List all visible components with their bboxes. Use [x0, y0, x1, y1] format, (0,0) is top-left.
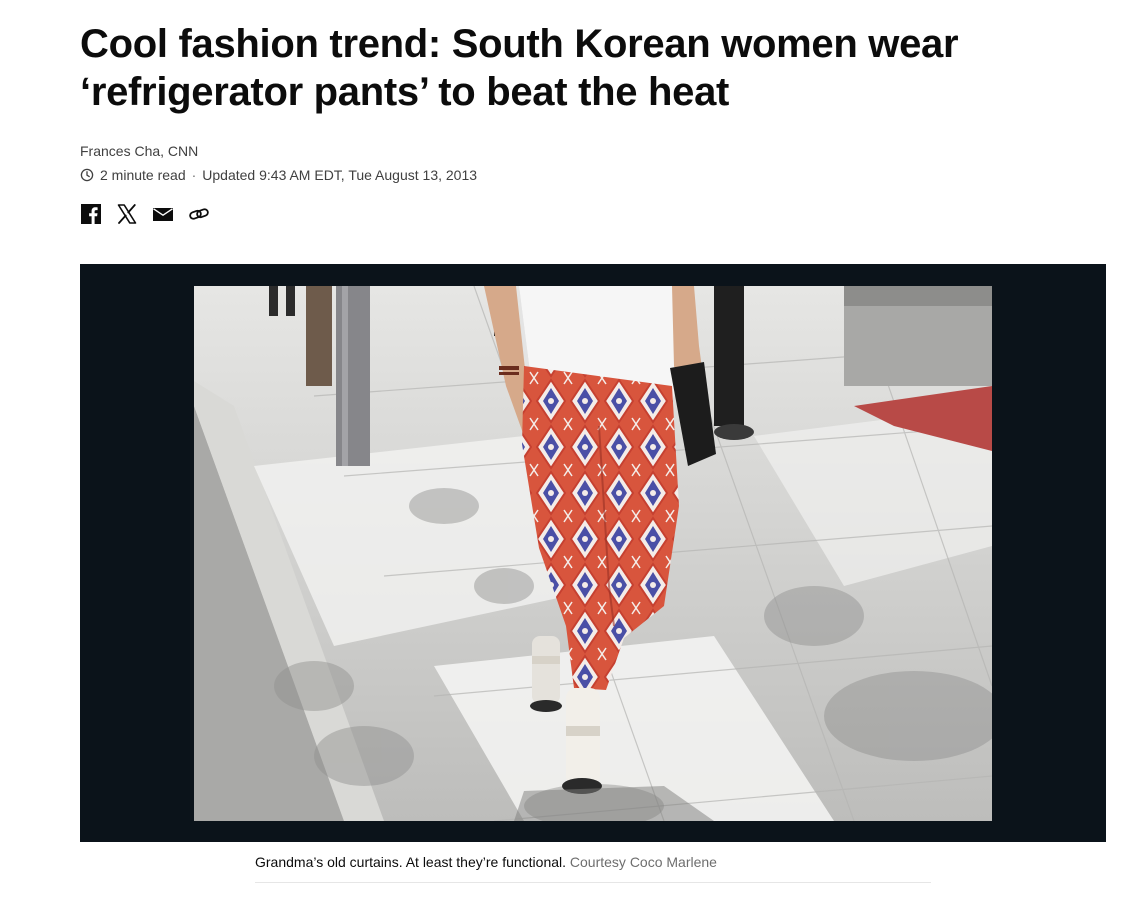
- email-icon: [153, 208, 173, 221]
- byline[interactable]: Frances Cha, CNN: [80, 143, 198, 159]
- article-photo[interactable]: [194, 286, 992, 821]
- facebook-icon: [81, 204, 101, 224]
- article-meta: 2 minute read · Updated 9:43 AM EDT, Tue…: [80, 167, 477, 183]
- caption-text: Grandma’s old curtains. At least they’re…: [255, 854, 567, 870]
- share-facebook-button[interactable]: [80, 202, 102, 226]
- copy-link-button[interactable]: [188, 202, 210, 226]
- share-email-button[interactable]: [152, 202, 174, 226]
- caption-credit: Courtesy Coco Marlene: [569, 854, 717, 870]
- clock-icon: [80, 168, 94, 182]
- article-media: [80, 264, 1106, 842]
- link-icon: [189, 208, 209, 220]
- read-time: 2 minute read: [100, 167, 186, 183]
- photo-caption: Grandma’s old curtains. At least they’re…: [255, 853, 931, 883]
- updated-timestamp: Updated 9:43 AM EDT, Tue August 13, 2013: [202, 167, 478, 183]
- share-bar: [80, 202, 210, 226]
- meta-separator: ·: [191, 167, 197, 183]
- photo-street-scene: [194, 286, 992, 821]
- share-x-button[interactable]: [116, 202, 138, 226]
- article-headline: Cool fashion trend: South Korean women w…: [80, 22, 959, 114]
- x-icon: [117, 204, 137, 224]
